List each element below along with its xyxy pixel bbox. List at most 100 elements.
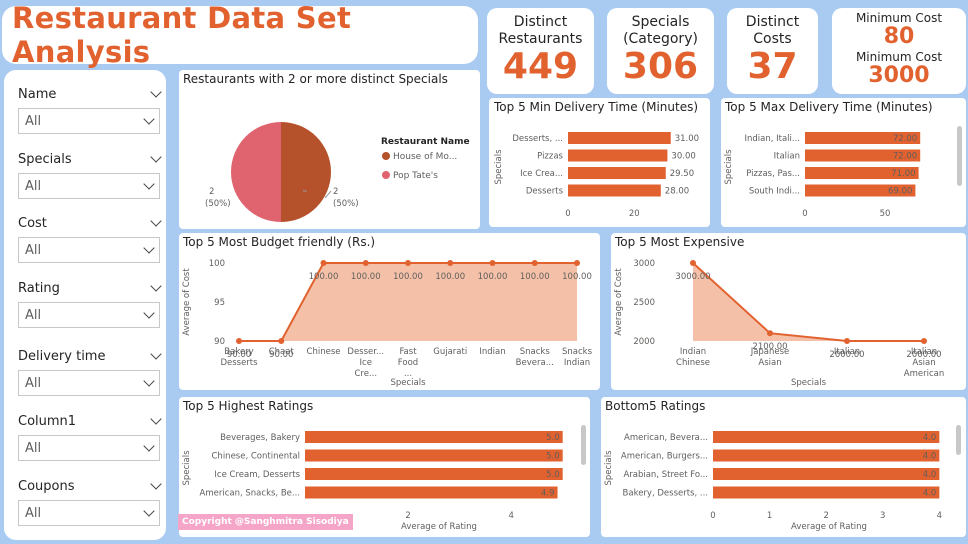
legend-item[interactable]: House of Mo...	[393, 152, 457, 162]
legend-item[interactable]: Pop Tate's	[393, 171, 438, 181]
data-label: 4.0	[923, 433, 937, 443]
kpi-min-value: 80	[883, 24, 915, 49]
slicer-coupons[interactable]: Coupons All	[18, 476, 162, 526]
data-point[interactable]	[574, 260, 580, 266]
chevron-down-icon[interactable]	[150, 150, 162, 163]
category-label: Beverages, Bakery	[220, 433, 300, 443]
kpi-distinct-restaurants[interactable]: Distinct Restaurants 449	[487, 8, 594, 94]
bar[interactable]	[713, 449, 940, 462]
category-label: Ice Crea...	[520, 169, 563, 179]
bar[interactable]	[305, 468, 563, 480]
slicer-dropdown[interactable]: All	[18, 370, 160, 396]
bar[interactable]	[713, 486, 940, 499]
data-label: 69.00	[888, 187, 912, 197]
x-tick-label: 3	[880, 511, 885, 521]
chevron-down-icon[interactable]	[150, 279, 162, 292]
category-label: Italian	[834, 347, 860, 357]
kpi-max-label: Minimum Cost	[855, 50, 943, 64]
bar[interactable]	[568, 149, 668, 162]
scrollbar[interactable]	[581, 425, 586, 465]
dashboard-title: Restaurant Data Set Analysis	[12, 1, 352, 69]
slicer-dropdown[interactable]: All	[18, 173, 160, 199]
slicer-dropdown[interactable]: All	[18, 302, 160, 328]
min-delivery-card[interactable]: Top 5 Min Delivery Time (Minutes) Specia…	[489, 98, 710, 227]
category-label: Desserts	[220, 358, 258, 368]
slicer-dropdown[interactable]: All	[18, 435, 160, 461]
data-label: 72.00	[893, 134, 917, 144]
slicer-delivery-time[interactable]: Delivery time All	[18, 346, 162, 396]
data-label: 5.0	[546, 433, 560, 443]
slicer-specials[interactable]: Specials All	[18, 149, 162, 199]
data-point[interactable]	[531, 260, 538, 266]
kpi-cost[interactable]: Minimum Cost 80 Minimum Cost 3000	[832, 8, 966, 94]
y-axis-title: Specials	[724, 149, 734, 185]
chevron-down-icon[interactable]	[150, 477, 162, 490]
data-point[interactable]	[362, 260, 369, 266]
data-label: 100.00	[478, 272, 508, 282]
data-label: 100.00	[351, 272, 381, 282]
slicer-dropdown[interactable]: All	[18, 500, 160, 526]
chevron-down-icon[interactable]	[150, 412, 162, 425]
bar[interactable]	[305, 486, 558, 499]
chevron-down-icon[interactable]	[150, 347, 162, 360]
kpi-distinct-costs[interactable]: Distinct Costs 37	[727, 8, 818, 94]
bar[interactable]	[305, 449, 563, 462]
chevron-down-icon[interactable]	[150, 85, 162, 98]
pie-slice-a[interactable]	[281, 122, 331, 222]
x-tick-label: 1	[767, 511, 772, 521]
slicer-label: Delivery time	[18, 348, 106, 364]
x-tick-label: 0	[710, 511, 715, 521]
bottom-ratings-card[interactable]: Bottom5 Ratings Specials American, Bevera…	[601, 397, 966, 537]
pie-chart: Restaurant Name House of Mo... Pop Tate'…	[205, 122, 470, 222]
bar[interactable]	[713, 468, 940, 480]
slicer-dropdown[interactable]: All	[18, 237, 160, 263]
data-point[interactable]	[236, 338, 242, 344]
bar[interactable]	[305, 431, 563, 443]
chevron-down-icon[interactable]	[150, 214, 162, 227]
data-point[interactable]	[921, 338, 927, 344]
slicer-rating[interactable]: Rating All	[18, 278, 162, 328]
expensive-card[interactable]: Top 5 Most Expensive 3000 2500 2000 Average…	[611, 233, 966, 390]
data-point[interactable]	[844, 338, 850, 344]
data-label: 100.00	[520, 272, 550, 282]
slicer-label: Specials	[18, 151, 72, 167]
category-label: Food	[398, 358, 418, 368]
data-point[interactable]	[278, 338, 285, 344]
data-point[interactable]	[489, 260, 496, 266]
bar[interactable]	[713, 431, 940, 443]
scrollbar[interactable]	[956, 425, 961, 455]
data-point[interactable]	[690, 260, 696, 266]
x-axis-title: Specials	[791, 378, 827, 388]
data-point[interactable]	[447, 260, 454, 266]
data-label: 29.50	[670, 169, 694, 179]
slicer-dropdown[interactable]: All	[18, 108, 160, 134]
bar[interactable]	[568, 184, 661, 197]
bar[interactable]	[568, 132, 671, 144]
budget-card[interactable]: Top 5 Most Budget friendly (Rs.) 100 95 90…	[179, 233, 600, 390]
category-label: Indian	[479, 347, 505, 357]
data-label: 100.00	[435, 272, 465, 282]
max-delivery-card[interactable]: Top 5 Max Delivery Time (Minutes) Specia…	[721, 98, 966, 227]
data-point[interactable]	[405, 260, 411, 266]
category-label: Chinese	[307, 347, 341, 357]
x-axis-title: Specials	[390, 378, 426, 388]
category-label: Bakery	[224, 347, 253, 357]
data-label: 2	[333, 187, 338, 197]
data-point[interactable]	[320, 260, 327, 266]
bar[interactable]	[568, 167, 666, 179]
slicer-cost[interactable]: Cost All	[18, 213, 162, 263]
data-point[interactable]	[767, 330, 773, 337]
pie-slice-b[interactable]	[231, 122, 281, 222]
category-label: Snacks	[520, 347, 551, 357]
kpi-label: Distinct Restaurants	[498, 14, 583, 47]
slicer-column1[interactable]: Column1 All	[18, 411, 162, 461]
pie-chart-card[interactable]: Restaurants with 2 or more distinct Spec…	[179, 70, 480, 229]
copyright-badge: Copyright @Sanghmitra Sisodiya	[178, 514, 353, 530]
slicer-name[interactable]: Name All	[18, 84, 162, 134]
kpi-specials[interactable]: Specials (Category) 306	[607, 8, 714, 94]
category-label: Indian	[564, 358, 590, 368]
scrollbar[interactable]	[957, 126, 962, 186]
chevron-down-icon	[143, 112, 155, 125]
data-label: 30.00	[671, 152, 695, 162]
y-tick-label: 2000	[633, 337, 655, 347]
